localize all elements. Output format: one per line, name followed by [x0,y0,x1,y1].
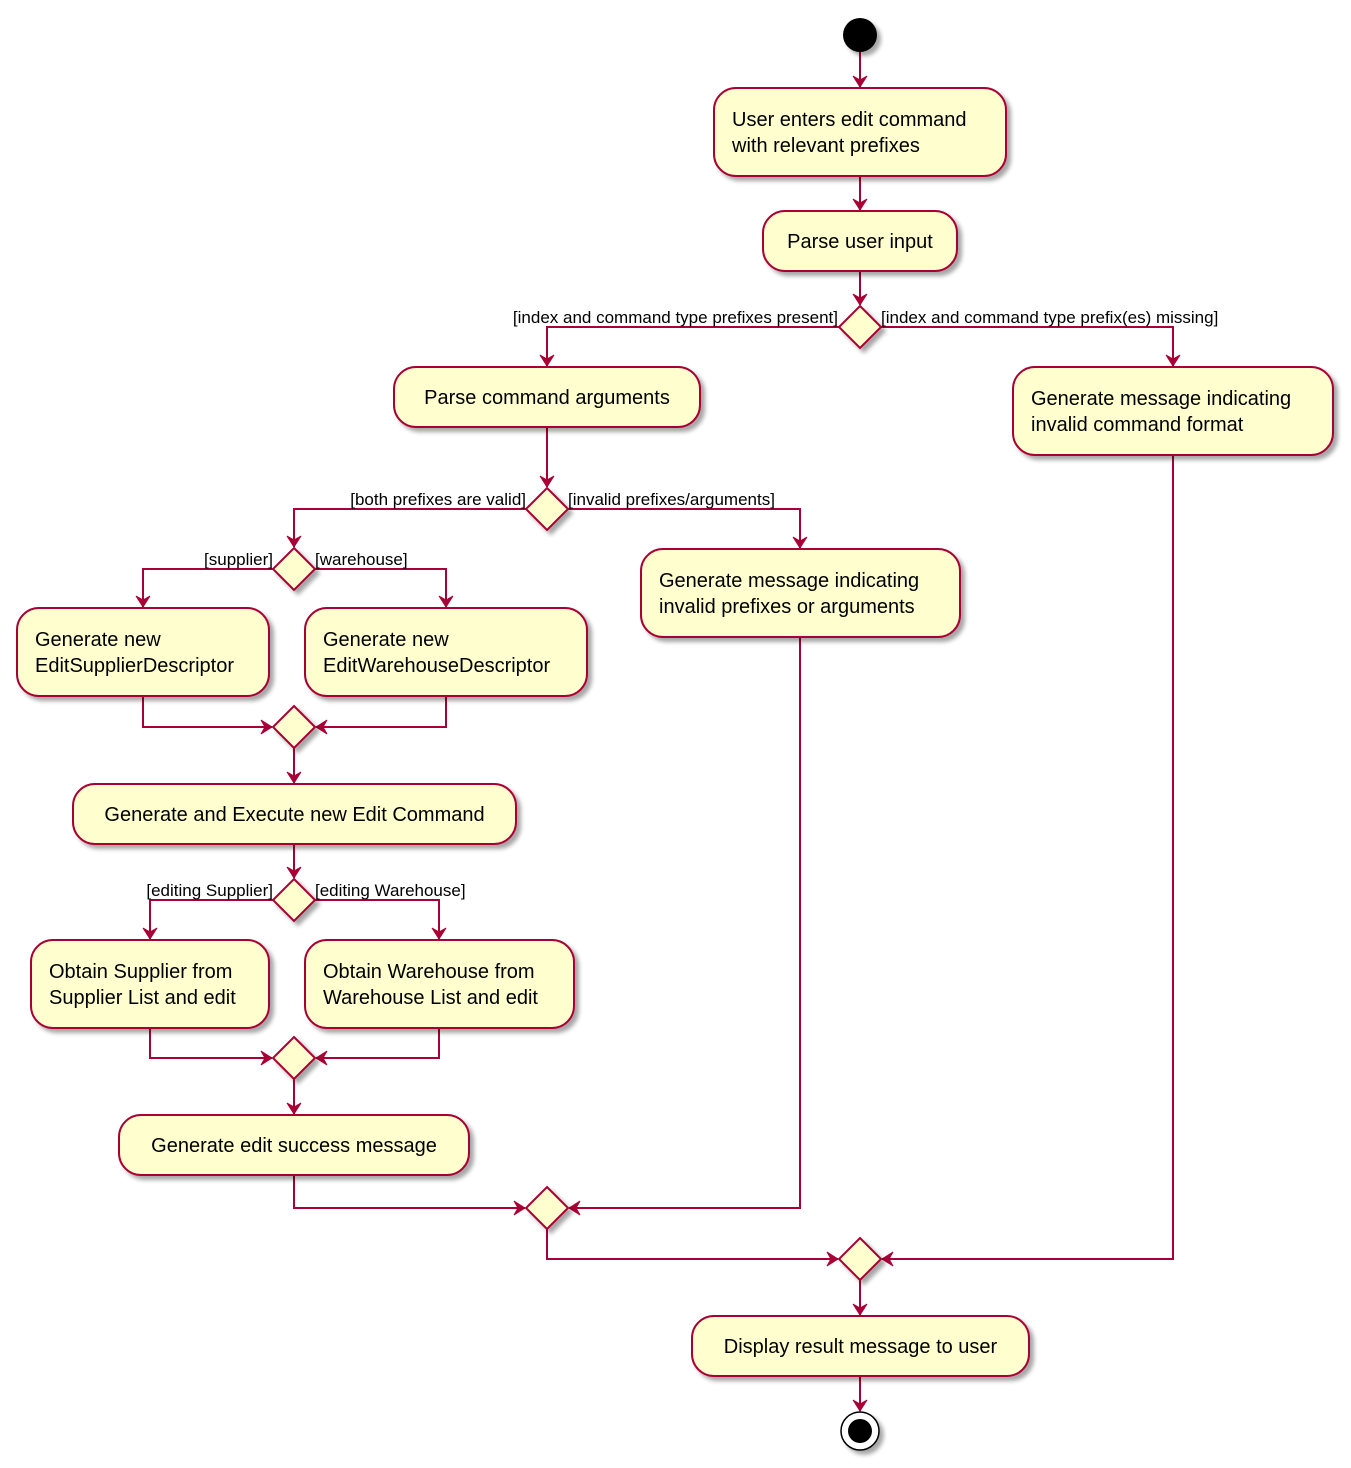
activity-box [16,607,270,697]
activity-label: with relevant prefixes [731,135,920,157]
flow-edge [293,508,526,547]
activity-box [304,607,588,697]
flow-edge [149,899,273,939]
activity-box [1012,366,1334,456]
activity-label: Parse user input [787,231,933,253]
flow-edge [316,1028,440,1059]
flow-edge [881,326,1174,366]
guard-label-editing-warehouse: [editing Warehouse] [315,881,466,900]
activity-execute: Generate and Execute new Edit Command [72,783,517,845]
activity-box [713,87,1007,177]
flow-edge [142,696,272,728]
activity-box [30,939,270,1029]
activity-warehouse-desc: Generate new EditWarehouseDescriptor [304,607,588,697]
merge-diamond [271,1035,317,1081]
decision-diamond [524,486,570,532]
activity-supplier-desc: Generate new EditSupplierDescriptor [16,607,270,697]
nodes: User enters edit command with relevant pr… [16,18,1334,1451]
flow-edge [315,568,447,607]
activity-label: Generate message indicating [659,570,919,592]
activity-parse-args: Parse command arguments [393,366,701,428]
activity-obtain-warehouse: Obtain Warehouse from Warehouse List and … [304,939,575,1029]
flow-edge [142,568,273,607]
activity-label: Display result message to user [724,1336,998,1358]
merge-diamond [837,1236,883,1282]
activity-invalid-format: Generate message indicating invalid comma… [1012,366,1334,456]
activity-label: EditSupplierDescriptor [35,655,234,677]
flow-edge [316,696,447,728]
guard-label-invalid-args: [invalid prefixes/arguments] [568,490,775,509]
activity-label: Obtain Warehouse from [323,961,535,983]
guard-label-prefixes-missing: [index and command type prefix(es) missi… [881,308,1218,327]
guard-label-both-valid: [both prefixes are valid] [350,490,526,509]
guard-label-supplier: [supplier] [204,550,273,569]
activity-label: Warehouse List and edit [323,987,538,1009]
flow-edge [569,637,801,1209]
flow-edge [568,508,801,548]
flow-edge [546,326,839,366]
flow-edge [149,1028,272,1059]
flow-edge [315,899,440,939]
activity-success: Generate edit success message [118,1114,470,1176]
activity-label: Generate and Execute new Edit Command [104,804,484,826]
decision-diamond [271,877,317,923]
activity-box [640,548,961,638]
activity-label: User enters edit command [732,109,967,131]
start-node [843,18,877,52]
flow-edge [546,1229,838,1260]
merge-diamond [271,704,317,750]
activity-label: EditWarehouseDescriptor [323,655,550,677]
activity-invalid-args: Generate message indicating invalid prefi… [640,548,961,638]
activity-label: Generate new [323,629,449,651]
activity-diagram: User enters edit command with relevant pr… [16,18,1334,1451]
flow-edge [293,1175,525,1209]
decision-diamond [271,546,317,592]
end-node [840,1411,880,1451]
guard-label-warehouse: [warehouse] [315,550,408,569]
activity-enter-cmd: User enters edit command with relevant pr… [713,87,1007,177]
activity-label: invalid prefixes or arguments [659,596,915,618]
merge-diamond [524,1185,570,1231]
guard-label-prefixes-present: [index and command type prefixes present… [513,308,838,327]
activity-obtain-supplier: Obtain Supplier from Supplier List and ed… [30,939,270,1029]
activity-display: Display result message to user [691,1315,1030,1377]
activity-label: Parse command arguments [424,387,670,409]
decision-diamond [837,304,883,350]
activity-label: Generate edit success message [151,1135,437,1157]
activity-label: invalid command format [1031,414,1244,436]
activity-box [304,939,575,1029]
activity-label: Generate message indicating [1031,388,1291,410]
activity-label: Obtain Supplier from [49,961,232,983]
guard-label-editing-supplier: [editing Supplier] [146,881,273,900]
activity-label: Supplier List and edit [49,987,236,1009]
activity-label: Generate new [35,629,161,651]
activity-parse-input: Parse user input [762,210,958,272]
